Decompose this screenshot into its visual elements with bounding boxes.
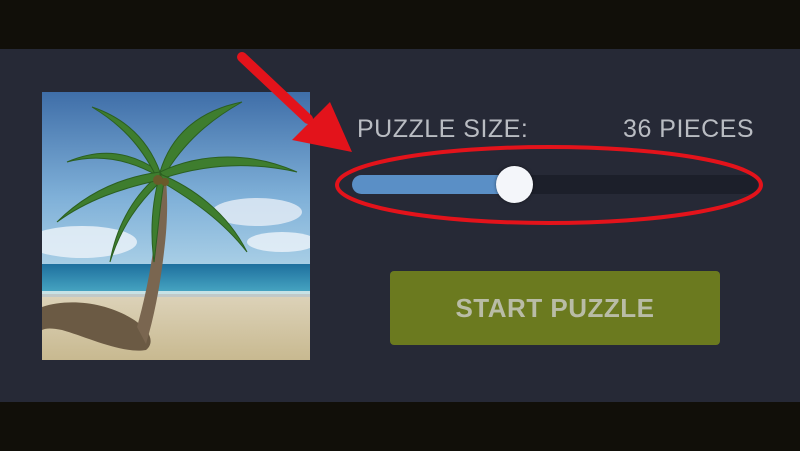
puzzle-size-label: PUZZLE SIZE: xyxy=(357,115,529,143)
puzzle-size-slider[interactable] xyxy=(352,166,758,203)
letterbox-bottom xyxy=(0,402,800,451)
slider-fill xyxy=(352,175,515,194)
slider-thumb[interactable] xyxy=(495,166,533,203)
palm-beach-image xyxy=(42,92,310,360)
letterbox-top xyxy=(0,0,800,49)
start-puzzle-button[interactable]: START PUZZLE xyxy=(390,271,720,345)
puzzle-preview-image xyxy=(42,92,310,360)
piece-count-value: 36 PIECES xyxy=(623,115,754,143)
